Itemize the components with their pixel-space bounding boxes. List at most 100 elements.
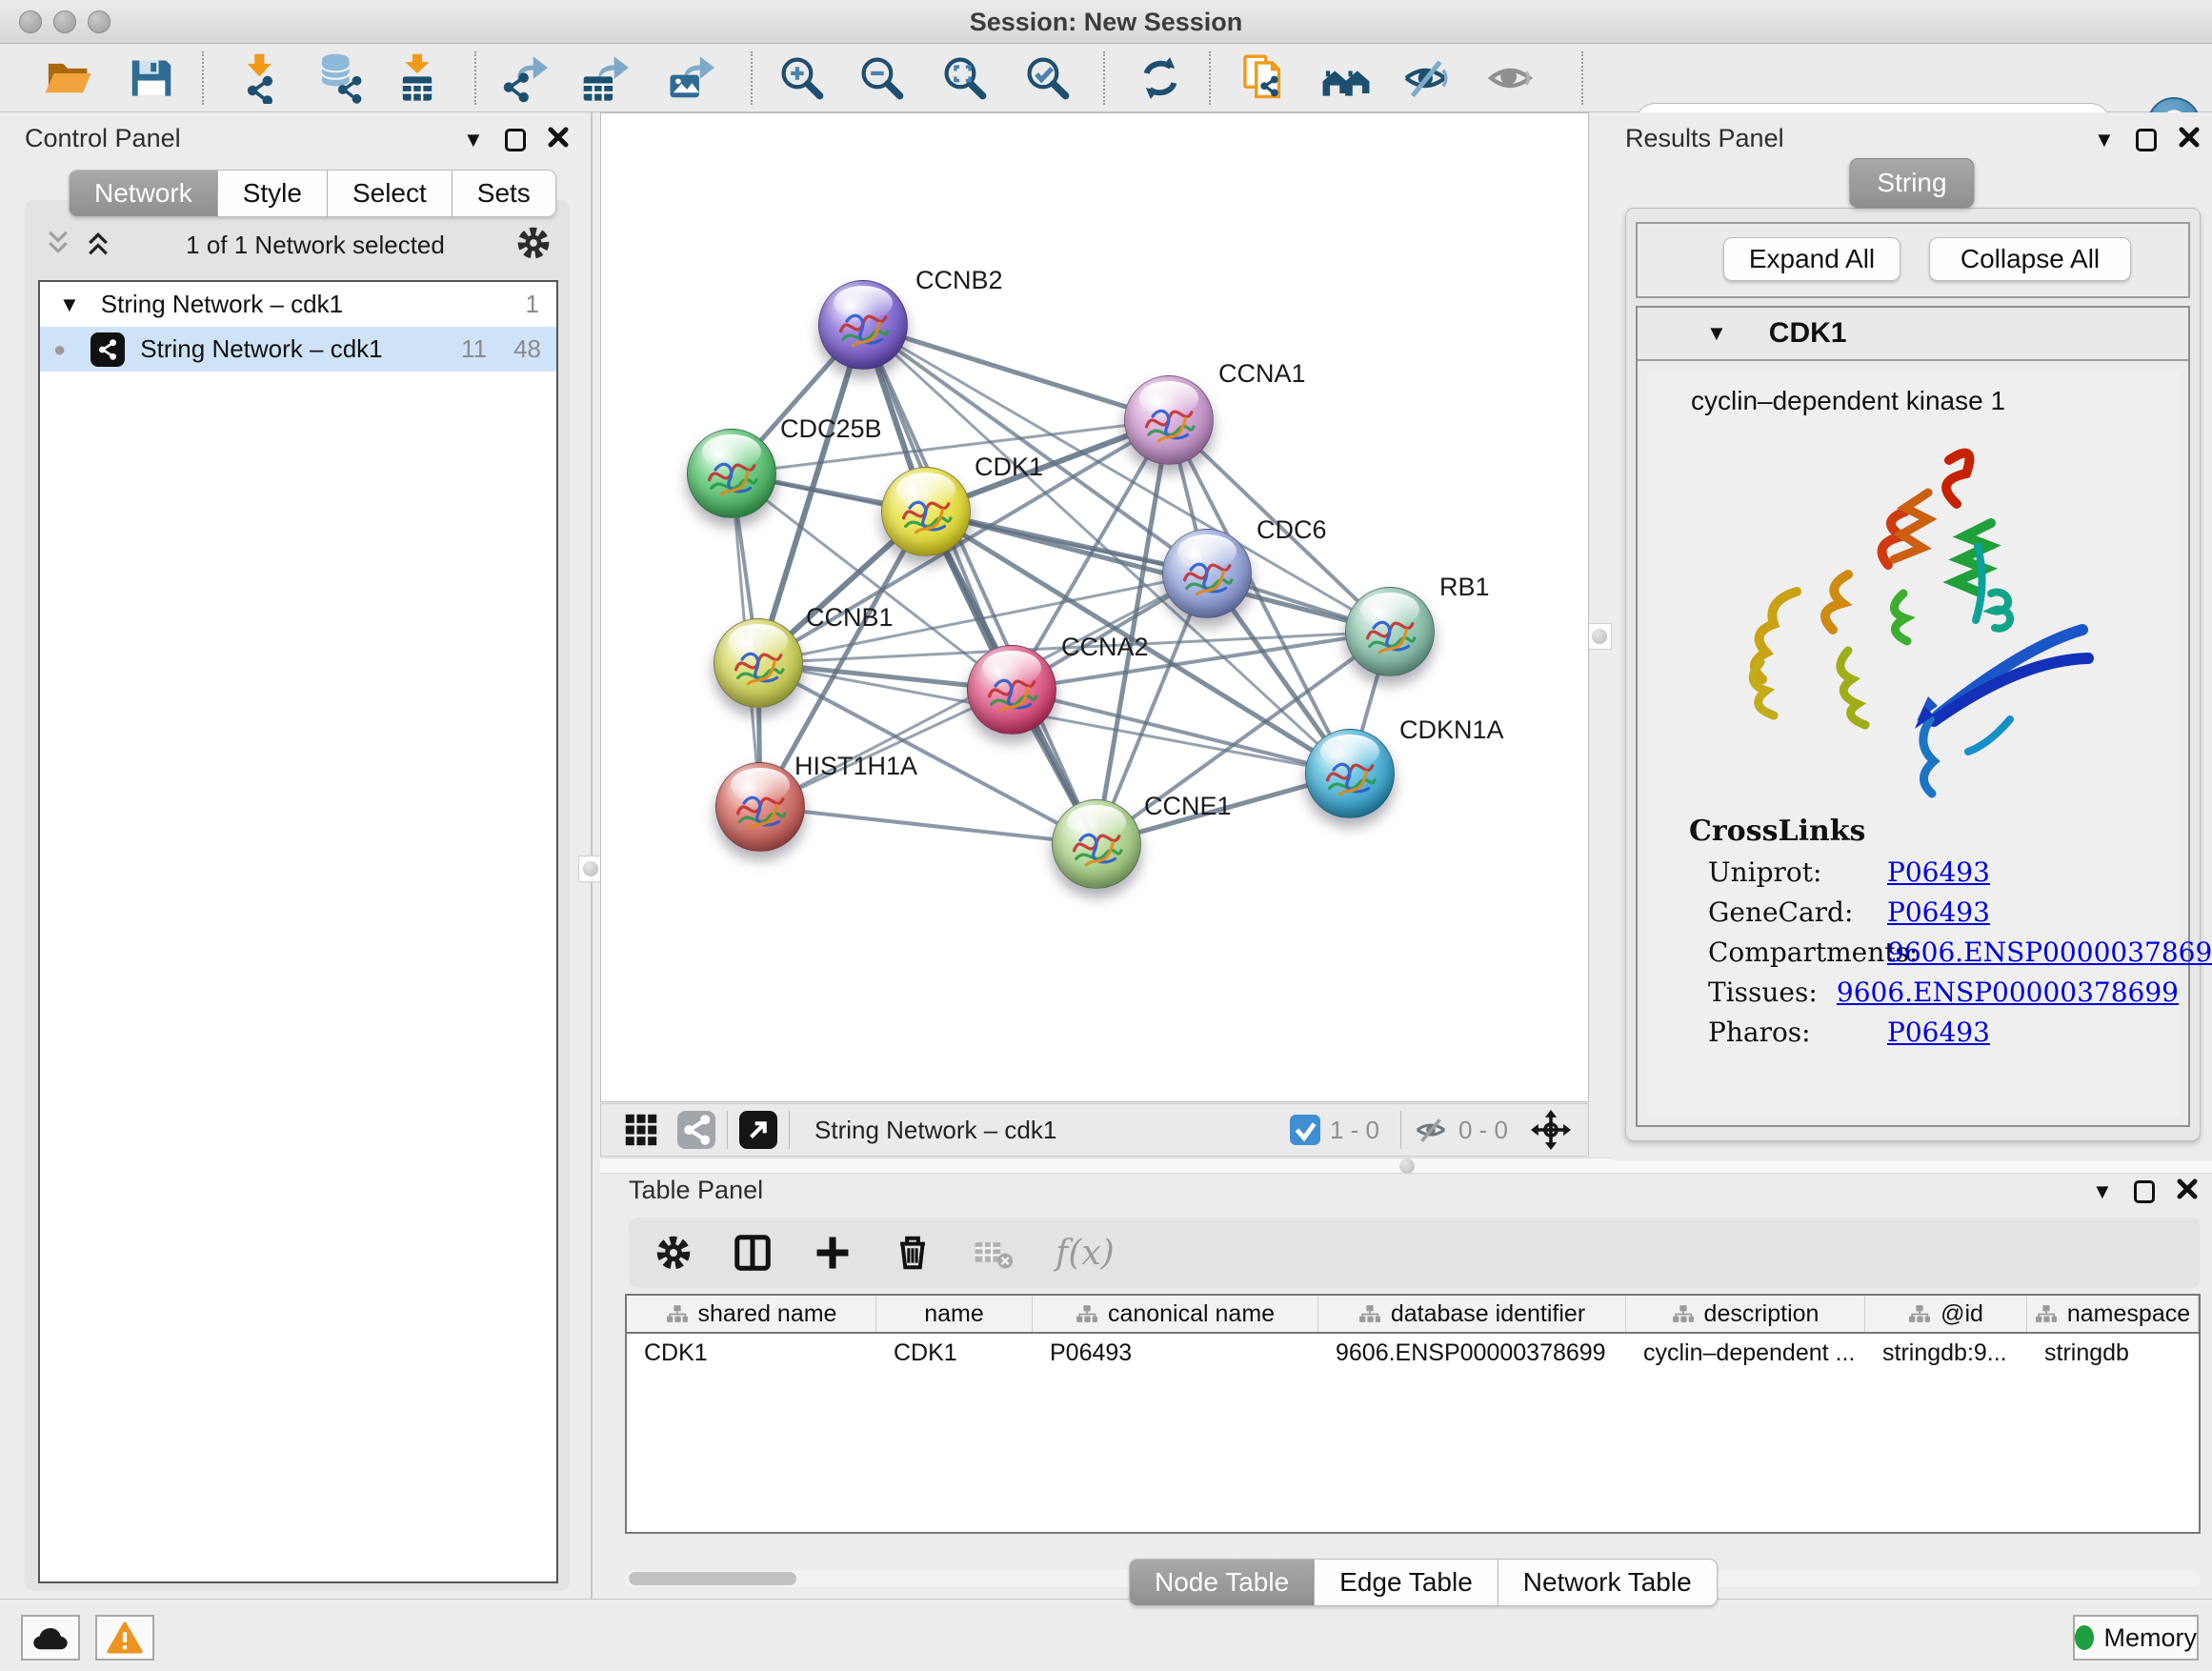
export-table-button[interactable]	[577, 51, 638, 105]
column-header-description[interactable]: description	[1626, 1296, 1865, 1332]
tab-network-table[interactable]: Network Table	[1498, 1559, 1718, 1606]
zoom-in-button[interactable]	[772, 51, 833, 105]
network-row-selected[interactable]: ● String Network – cdk1 11 48	[40, 327, 556, 372]
export-network-button[interactable]	[496, 51, 557, 105]
tab-edge-table[interactable]: Edge Table	[1315, 1559, 1498, 1606]
open-session-button[interactable]	[38, 51, 99, 105]
selected-checkbox-icon[interactable]	[1290, 1115, 1320, 1145]
panel-menu-icon[interactable]: ▼	[463, 130, 484, 151]
tab-node-table[interactable]: Node Table	[1129, 1559, 1315, 1606]
tab-sets[interactable]: Sets	[452, 170, 556, 217]
tab-select[interactable]: Select	[328, 170, 452, 217]
network-canvas[interactable]: CCNB2CCNA1CDC25BCDK1CDC6RB1CCNB1CCNA2CDK…	[600, 112, 1589, 1102]
memory-button[interactable]: Memory	[2073, 1615, 2199, 1661]
table-cell[interactable]: stringdb	[2027, 1334, 2199, 1372]
close-panel-icon[interactable]	[547, 126, 570, 153]
scrollbar-thumb[interactable]	[629, 1572, 796, 1585]
zoom-out-button[interactable]	[852, 51, 913, 105]
tab-style[interactable]: Style	[218, 170, 328, 217]
grid-view-icon[interactable]	[624, 1113, 658, 1147]
import-network-icon	[235, 52, 287, 104]
collection-expand-icon[interactable]: ▼	[59, 294, 80, 315]
import-network-button[interactable]	[231, 51, 292, 105]
edge-CCNB2-CCNA1[interactable]	[863, 325, 1169, 420]
node-RB1[interactable]	[1345, 587, 1435, 676]
panel-menu-icon[interactable]: ▼	[2094, 130, 2115, 151]
node-HIST1H1A[interactable]	[715, 762, 805, 852]
table-cell[interactable]: stringdb:9...	[1865, 1334, 2027, 1372]
delete-column-icon[interactable]	[894, 1234, 932, 1272]
hidden-eye-icon[interactable]	[1413, 1112, 1449, 1148]
cloud-status-button[interactable]	[21, 1615, 80, 1661]
float-panel-icon[interactable]	[2134, 1180, 2155, 1203]
crosslink-value-link[interactable]: 9606.ENSP00000378699	[1837, 976, 2179, 1008]
node-CDC25B[interactable]	[687, 429, 776, 518]
hide-selected-button[interactable]	[1397, 51, 1458, 105]
expand-all-button[interactable]: Expand All	[1723, 237, 1900, 281]
float-panel-icon[interactable]	[2136, 129, 2157, 151]
detach-view-icon[interactable]	[739, 1111, 777, 1149]
table-cell[interactable]: cyclin–dependent ...	[1626, 1334, 1865, 1372]
crosslink-value-link[interactable]: 9606.ENSP00000378699	[1887, 936, 2212, 968]
table-cell[interactable]: CDK1	[627, 1334, 876, 1372]
show-columns-icon[interactable]	[734, 1234, 772, 1272]
node-CCNE1[interactable]	[1052, 799, 1141, 889]
navigator-crosshair-icon[interactable]	[1531, 1110, 1571, 1150]
table-cell[interactable]: P06493	[1033, 1334, 1318, 1372]
column-header-name[interactable]: name	[876, 1296, 1033, 1332]
node-CCNA2[interactable]	[967, 645, 1056, 735]
function-builder-button[interactable]: f(x)	[1056, 1234, 1115, 1273]
right-splitter-handle[interactable]	[1587, 623, 1612, 650]
node-CCNB1[interactable]	[714, 618, 803, 708]
refresh-icon	[1135, 52, 1186, 104]
import-table-button[interactable]	[387, 51, 448, 105]
node-CDKN1A[interactable]	[1305, 729, 1395, 818]
crosslink-value-link[interactable]: P06493	[1887, 896, 1990, 928]
show-all-button[interactable]	[1481, 51, 1542, 105]
import-network-from-database-button[interactable]	[312, 51, 372, 105]
collapse-all-networks-icon[interactable]	[42, 229, 74, 262]
node-CCNA1[interactable]	[1124, 375, 1214, 465]
node-result-header[interactable]: ▼ CDK1	[1638, 308, 2188, 361]
column-header-@id[interactable]: @id	[1865, 1296, 2027, 1332]
column-header-canonical-name[interactable]: canonical name	[1033, 1296, 1318, 1332]
zoom-selected-button[interactable]	[1017, 51, 1078, 105]
table-options-gear-icon[interactable]	[655, 1235, 692, 1271]
table-row[interactable]: CDK1CDK1P064939606.ENSP00000378699cyclin…	[627, 1334, 2199, 1372]
close-panel-icon[interactable]	[2176, 1178, 2199, 1205]
add-column-icon[interactable]	[814, 1234, 852, 1272]
apply-layout-button[interactable]	[1130, 51, 1191, 105]
network-view-type-icon[interactable]	[677, 1111, 715, 1149]
node-CDC6[interactable]	[1162, 529, 1252, 618]
float-panel-icon[interactable]	[505, 129, 526, 151]
expand-all-networks-icon[interactable]	[82, 229, 114, 262]
new-network-from-selection-button[interactable]	[1235, 51, 1296, 105]
tab-network[interactable]: Network	[69, 170, 218, 217]
crosslink-row: Tissues:9606.ENSP00000378699	[1708, 976, 2179, 1008]
table-cell[interactable]: CDK1	[876, 1334, 1033, 1372]
save-session-button[interactable]	[121, 51, 182, 105]
crosslink-value-link[interactable]: P06493	[1887, 856, 1990, 888]
tab-string[interactable]: String	[1849, 158, 1974, 208]
first-neighbors-button[interactable]	[1316, 51, 1377, 105]
column-header-label: @id	[1941, 1300, 1983, 1328]
delete-table-icon[interactable]	[974, 1237, 1014, 1269]
collapse-all-button[interactable]: Collapse All	[1929, 237, 2131, 281]
node-CDK1[interactable]	[881, 467, 971, 556]
warning-status-button[interactable]	[95, 1615, 154, 1661]
section-collapse-icon[interactable]: ▼	[1706, 323, 1727, 344]
horizontal-splitter-handle[interactable]	[1394, 1157, 1420, 1176]
export-image-button[interactable]	[663, 51, 724, 105]
node-CCNB2[interactable]	[818, 280, 908, 370]
network-collection-row[interactable]: ▼ String Network – cdk1 1	[40, 282, 556, 327]
column-header-namespace[interactable]: namespace	[2027, 1296, 2199, 1332]
column-header-shared-name[interactable]: shared name	[627, 1296, 876, 1332]
close-panel-icon[interactable]	[2178, 126, 2201, 153]
column-header-database-identifier[interactable]: database identifier	[1318, 1296, 1626, 1332]
table-cell[interactable]: 9606.ENSP00000378699	[1318, 1334, 1626, 1372]
network-options-gear-icon[interactable]	[516, 226, 551, 265]
panel-menu-icon[interactable]: ▼	[2092, 1181, 2113, 1202]
zoom-fit-button[interactable]	[935, 51, 995, 105]
crosslink-value-link[interactable]: P06493	[1887, 1017, 1990, 1048]
edge-HIST1H1A-CCNE1[interactable]	[760, 807, 1096, 844]
